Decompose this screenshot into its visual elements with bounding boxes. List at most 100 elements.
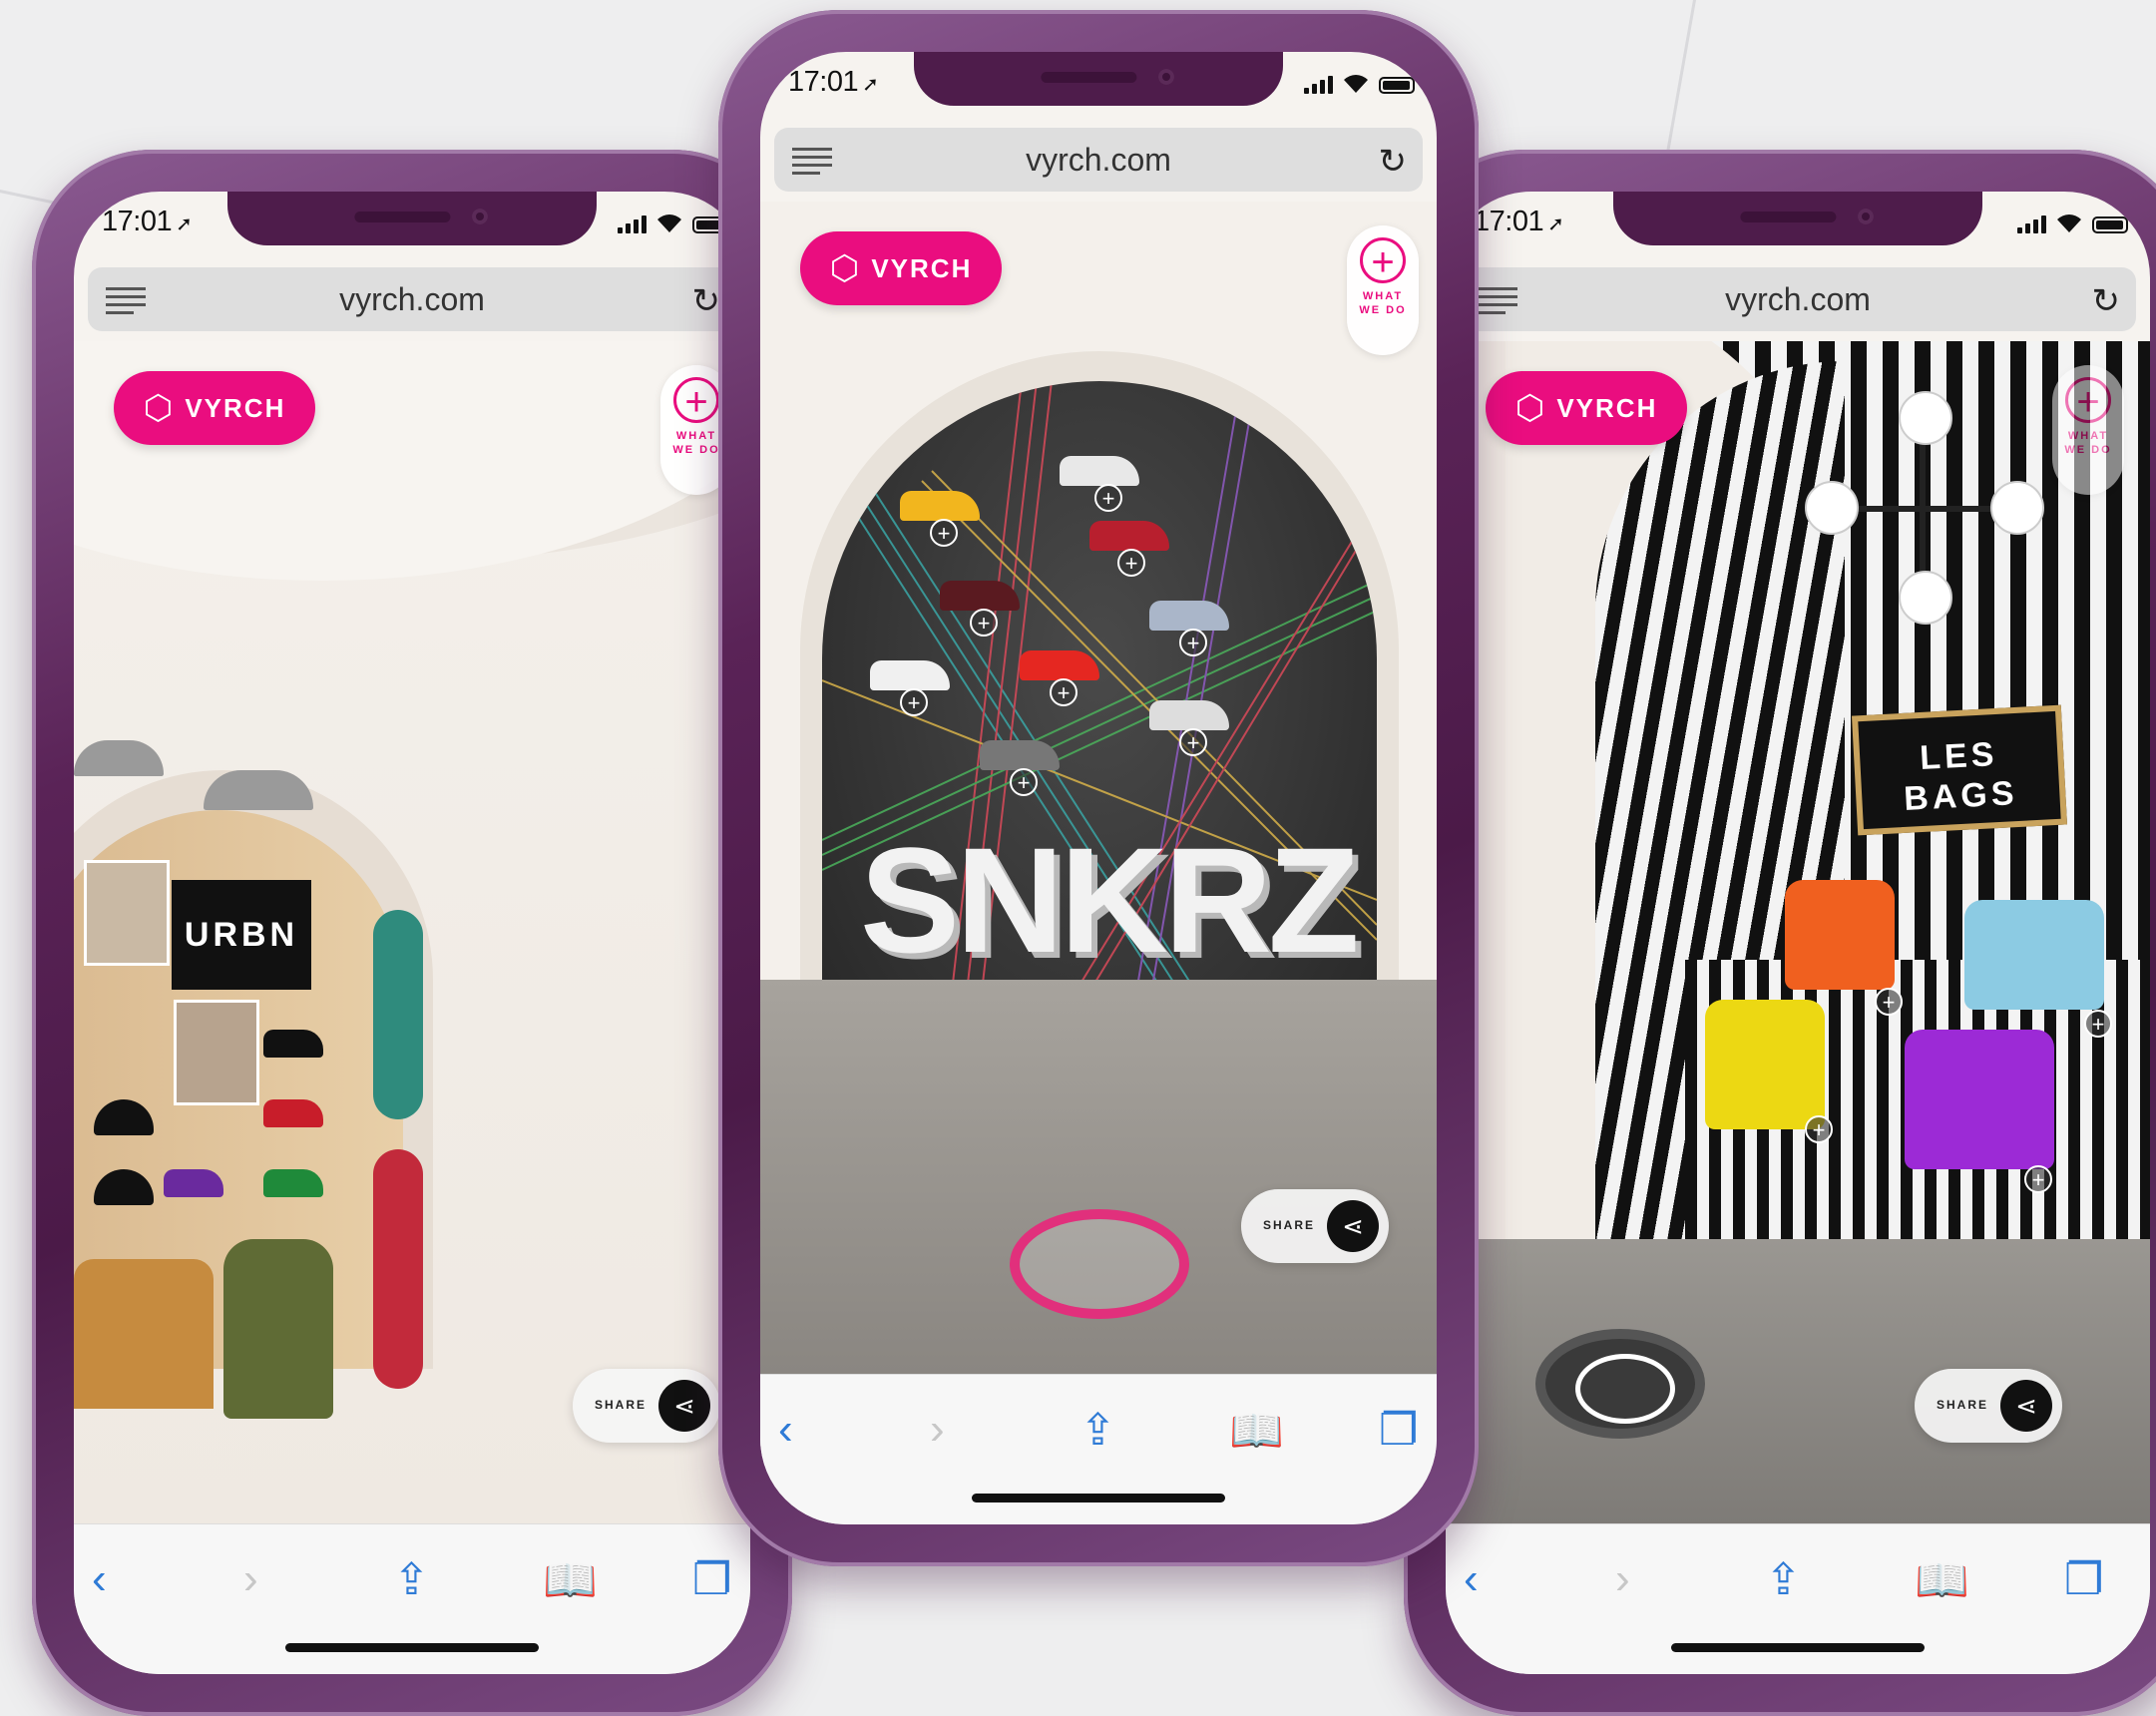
plus-icon: + [673, 377, 719, 424]
notch [1613, 192, 1982, 245]
product-hotspot-button[interactable]: + [900, 688, 928, 716]
url-text[interactable]: vyrch.com [774, 142, 1423, 179]
navigation-hotspot[interactable] [1535, 1329, 1705, 1439]
signal-icon [618, 215, 647, 233]
chevron-right-icon[interactable]: › [243, 1554, 258, 1604]
signal-icon [2017, 215, 2046, 233]
shoe-product [263, 1099, 323, 1127]
reload-icon[interactable]: ↻ [1379, 142, 1408, 182]
wall-photo [174, 1000, 259, 1105]
sneaker-product [980, 740, 1060, 770]
tabs-icon[interactable]: ❐ [2064, 1554, 2103, 1605]
what-we-do-label-1: WHAT [675, 430, 717, 442]
sneaker-product [1089, 521, 1169, 551]
sneaker-product [900, 491, 980, 521]
vyrch-logo-button[interactable]: ⬡ VYRCH [800, 231, 1002, 305]
product-hotspot-button[interactable]: + [1805, 1115, 1833, 1143]
share-label: SHARE [1263, 1218, 1316, 1232]
backpack-product [223, 1239, 333, 1419]
address-bar[interactable]: vyrch.com ↻ [88, 267, 736, 331]
wifi-icon [2056, 214, 2082, 233]
store-scene: URBN ⬡ VYRCH + WHAT WE DO SHARE ⋖ [74, 341, 750, 1524]
chevron-left-icon[interactable]: ‹ [778, 1405, 793, 1455]
handbag-product [1705, 1000, 1825, 1129]
phone-screen: 17:01 ➚ vyrch.com ↻ [1446, 192, 2150, 1674]
product-hotspot-button[interactable]: + [1179, 728, 1207, 756]
home-indicator [1671, 1643, 1925, 1652]
shoe-product [263, 1169, 323, 1197]
shoe-product [164, 1169, 223, 1197]
product-hotspot-button[interactable]: + [1050, 678, 1078, 706]
product-hotspot-button[interactable]: + [970, 609, 998, 637]
phone-center: 17:01 ➚ vyrch.com ↻ + + + + + + + + + SN… [718, 10, 1479, 1566]
navigation-hotspot[interactable] [1010, 1209, 1189, 1319]
reload-icon[interactable]: ↻ [692, 281, 721, 321]
book-icon[interactable]: 📖 [543, 1554, 598, 1606]
notch [227, 192, 597, 245]
status-time: 17:01 ➚ [1474, 206, 1564, 237]
product-hotspot-button[interactable]: + [2084, 1010, 2112, 1038]
address-bar[interactable]: vyrch.com ↻ [1460, 267, 2136, 331]
tabs-icon[interactable]: ❐ [1379, 1405, 1418, 1456]
share-button[interactable]: SHARE ⋖ [1241, 1189, 1389, 1263]
url-text[interactable]: vyrch.com [1460, 281, 2136, 318]
book-icon[interactable]: 📖 [1915, 1554, 1969, 1606]
product-hotspot-button[interactable]: + [930, 519, 958, 547]
share-icon: ⋖ [1327, 1200, 1379, 1252]
phone-screen: 17:01 ➚ vyrch.com ↻ URBN ⬡ VYRCH + WHAT … [74, 192, 750, 1674]
status-time: 17:01 ➚ [102, 206, 193, 237]
share-button[interactable]: SHARE ⋖ [573, 1369, 720, 1443]
wifi-icon [656, 214, 682, 233]
product-hotspot-button[interactable]: + [1179, 629, 1207, 656]
product-hotspot-button[interactable]: + [1117, 549, 1145, 577]
address-bar[interactable]: vyrch.com ↻ [774, 128, 1423, 192]
share-icon: ⋖ [2000, 1380, 2052, 1432]
store-scene: + + + + + + + + + SNKRZ ⬡ VYRCH + WHAT WE… [760, 202, 1437, 1375]
status-time: 17:01 ➚ [788, 66, 879, 98]
chevron-right-icon[interactable]: › [930, 1405, 945, 1455]
share-icon[interactable]: ⇪ [1765, 1554, 1802, 1605]
chevron-left-icon[interactable]: ‹ [92, 1554, 107, 1604]
product-hotspot-button[interactable]: + [1094, 484, 1122, 512]
product-hotspot-button[interactable]: + [1010, 768, 1038, 796]
reload-icon[interactable]: ↻ [2092, 281, 2121, 321]
phone-screen: 17:01 ➚ vyrch.com ↻ [760, 52, 1437, 1524]
vyrch-logo-button[interactable]: ⬡ VYRCH [1486, 371, 1687, 445]
share-icon[interactable]: ⇪ [1079, 1405, 1116, 1456]
les-bags-sign: LES BAGS [1852, 704, 2067, 836]
book-icon[interactable]: 📖 [1229, 1405, 1284, 1457]
store-scene: LES BAGS + + + + ⬡ VYRCH + WHAT WE DO SH… [1446, 341, 2150, 1524]
plus-icon: + [1360, 237, 1406, 284]
battery-icon [1379, 77, 1415, 94]
chevron-left-icon[interactable]: ‹ [1464, 1554, 1479, 1604]
url-text[interactable]: vyrch.com [88, 281, 736, 318]
product-hotspot-button[interactable]: + [1875, 988, 1903, 1016]
cube-icon: ⬡ [1514, 389, 1545, 427]
chevron-right-icon[interactable]: › [1615, 1554, 1630, 1604]
browser-toolbar: ‹ › ⇪ 📖 ❐ [74, 1523, 750, 1674]
share-label: SHARE [595, 1398, 647, 1412]
what-we-do-button[interactable]: + WHAT WE DO [2052, 365, 2124, 495]
sneaker-product [1149, 601, 1229, 631]
sneaker-product [1060, 456, 1139, 486]
cube-icon: ⬡ [829, 249, 860, 287]
product-hotspot-button[interactable]: + [2024, 1165, 2052, 1193]
tabs-icon[interactable]: ❐ [692, 1554, 731, 1605]
shoe-product [263, 1030, 323, 1058]
sneaker-product [870, 660, 950, 690]
skateboard-product [373, 1149, 423, 1389]
what-we-do-label-2: WE DO [672, 444, 720, 456]
tshirt-product [74, 1259, 214, 1409]
location-arrow-icon: ➚ [176, 214, 193, 235]
what-we-do-label-2: WE DO [1359, 304, 1407, 316]
vyrch-logo-button[interactable]: ⬡ VYRCH [114, 371, 315, 445]
what-we-do-button[interactable]: + WHAT WE DO [1347, 225, 1419, 355]
share-icon[interactable]: ⇪ [393, 1554, 430, 1605]
location-arrow-icon: ➚ [1547, 214, 1564, 235]
phone-left: 17:01 ➚ vyrch.com ↻ URBN ⬡ VYRCH + WHAT … [32, 150, 792, 1716]
share-button[interactable]: SHARE ⋖ [1915, 1369, 2062, 1443]
sneaker-product [1020, 650, 1099, 680]
plus-icon: + [2065, 377, 2111, 424]
handbag-product [1785, 880, 1895, 990]
home-indicator [972, 1494, 1225, 1502]
